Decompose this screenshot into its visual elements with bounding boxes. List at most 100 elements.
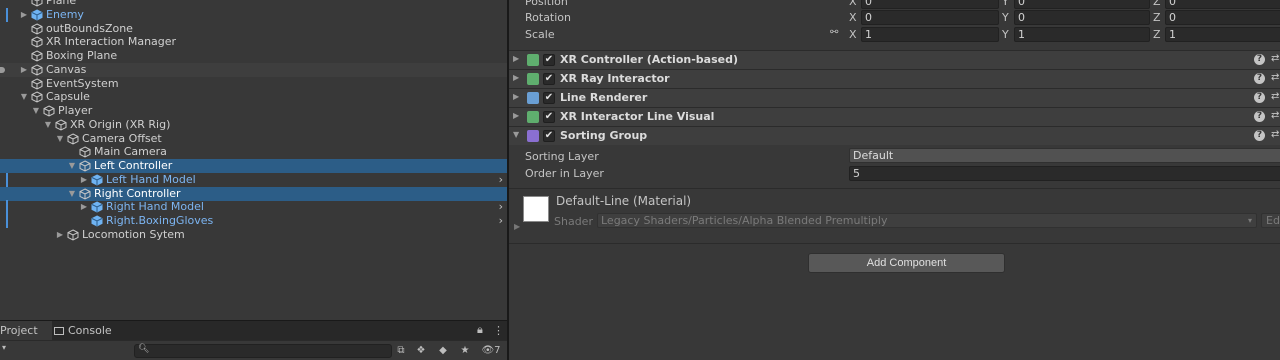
expand-down-icon[interactable]: ▼ [67, 187, 77, 201]
scale-x-axis[interactable]: X [849, 28, 857, 41]
expand-down-icon[interactable]: ▼ [67, 159, 77, 173]
help-icon[interactable]: ? [1254, 130, 1265, 141]
hierarchy-item[interactable]: ▼ Camera Offset [0, 132, 507, 146]
hierarchy-item[interactable]: ▶ Enemy [0, 7, 507, 22]
component-enabled-checkbox[interactable]: ✔ [543, 130, 555, 142]
scale-z-axis[interactable]: Z [1153, 28, 1161, 41]
component-header[interactable]: ▶ ✔ Line Renderer? ⇄ [509, 88, 1280, 107]
constrain-proportions-icon[interactable]: ⚯ [830, 27, 838, 38]
favorites-star-icon[interactable]: ★ [457, 344, 473, 358]
expand-right-icon[interactable]: ▶ [513, 54, 519, 63]
expand-right-icon[interactable]: ▶ [55, 228, 65, 242]
hierarchy-item[interactable]: Right.BoxingGloves › [0, 214, 507, 228]
order-in-layer-field[interactable]: 5 [849, 166, 1280, 181]
expand-right-icon[interactable]: ▶ [19, 8, 29, 22]
rotation-y-field[interactable]: 0 [1014, 10, 1150, 25]
hierarchy-item[interactable]: EventSystem [0, 77, 507, 91]
gameobject-cube-icon [31, 0, 43, 7]
presets-icon[interactable]: ⇄ [1271, 129, 1279, 140]
hierarchy-item[interactable]: ▶ Right Hand Model › [0, 200, 507, 215]
hidden-packages-icon[interactable]: 👁︎7 [479, 344, 503, 358]
hierarchy-item-label: Left Hand Model [106, 172, 196, 186]
help-icon[interactable]: ? [1254, 92, 1265, 103]
position-z-axis[interactable]: Z [1153, 0, 1161, 8]
tab-project[interactable]: Project [0, 321, 52, 341]
hierarchy-item[interactable]: ▶ Left Hand Model › [0, 172, 507, 187]
create-dropdown-icon[interactable]: ▾ [2, 343, 6, 352]
material-foldout-icon[interactable]: ▶ [514, 222, 520, 231]
filter-by-type-icon[interactable]: ❖ [413, 344, 429, 358]
hierarchy-item[interactable]: ▼ Player [0, 104, 507, 118]
presets-icon[interactable]: ⇄ [1271, 53, 1279, 64]
shader-dropdown[interactable]: Legacy Shaders/Particles/Alpha Blended P… [597, 213, 1257, 228]
filter-by-label-icon[interactable]: ◆ [435, 344, 451, 358]
rotation-z-axis[interactable]: Z [1153, 11, 1161, 24]
hierarchy-item[interactable]: ▼ Right Controller [0, 186, 507, 201]
position-y-field[interactable]: 0 [1014, 0, 1150, 9]
shader-edit-button[interactable]: Ed [1261, 213, 1280, 228]
search-by-type-icon[interactable]: ⧉ [393, 344, 409, 358]
expand-right-icon[interactable]: ▶ [513, 92, 519, 101]
expand-right-icon[interactable]: ▶ [19, 63, 29, 77]
expand-right-icon[interactable]: ▶ [513, 111, 519, 120]
hierarchy-item[interactable]: ▶ Locomotion Sytem [0, 228, 507, 242]
chevron-right-icon[interactable]: › [499, 200, 503, 214]
add-component-button[interactable]: Add Component [808, 253, 1005, 273]
chevron-right-icon[interactable]: › [499, 214, 503, 228]
scale-z-field[interactable]: 1 [1165, 27, 1280, 42]
component-header[interactable]: ▼ ✔ Sorting Group? ⇄ [509, 126, 1280, 145]
shader-value: Legacy Shaders/Particles/Alpha Blended P… [601, 214, 888, 227]
scale-y-axis[interactable]: Y [1002, 28, 1009, 41]
position-x-field[interactable]: 0 [861, 0, 999, 9]
position-x-axis[interactable]: X [849, 0, 857, 8]
more-menu-icon[interactable]: ⋮ [493, 324, 504, 337]
component-header[interactable]: ▶ ✔ XR Ray Interactor? ⇄ [509, 69, 1280, 88]
component-header[interactable]: ▶ ✔ XR Interactor Line Visual? ⇄ [509, 107, 1280, 126]
lock-icon[interactable]: 🔒︎ [477, 323, 483, 337]
rotation-y-axis[interactable]: Y [1002, 11, 1009, 24]
expand-right-icon[interactable]: ▶ [513, 73, 519, 82]
hierarchy-item[interactable]: ▼ Capsule [0, 90, 507, 104]
project-search-input[interactable] [134, 344, 392, 358]
scale-y-field[interactable]: 1 [1014, 27, 1150, 42]
hierarchy-item[interactable]: Boxing Plane [0, 49, 507, 63]
help-icon[interactable]: ? [1254, 54, 1265, 65]
rotation-z-field[interactable]: 0 [1165, 10, 1280, 25]
presets-icon[interactable]: ⇄ [1271, 72, 1279, 83]
hierarchy-item[interactable]: Main Camera [0, 145, 507, 159]
gameobject-cube-icon [79, 146, 91, 158]
expand-right-icon[interactable]: ▶ [79, 200, 89, 214]
chevron-right-icon[interactable]: › [499, 173, 503, 187]
hierarchy-item[interactable]: outBoundsZone [0, 22, 507, 36]
presets-icon[interactable]: ⇄ [1271, 110, 1279, 121]
rotation-x-field[interactable]: 0 [861, 10, 999, 25]
hierarchy-item[interactable]: ▶ Canvas [0, 62, 507, 77]
material-preview-swatch[interactable] [523, 196, 549, 222]
expand-down-icon[interactable]: ▼ [31, 104, 41, 118]
hierarchy-item[interactable]: ▼ XR Origin (XR Rig) [0, 118, 507, 132]
presets-icon[interactable]: ⇄ [1271, 91, 1279, 102]
expand-down-icon[interactable]: ▼ [19, 90, 29, 104]
help-icon[interactable]: ? [1254, 73, 1265, 84]
expand-right-icon[interactable]: ▶ [79, 173, 89, 187]
hierarchy-item-label: Capsule [46, 90, 90, 104]
tab-console[interactable]: Console [54, 321, 124, 341]
hierarchy-item[interactable]: XR Interaction Manager [0, 35, 507, 49]
component-enabled-checkbox[interactable]: ✔ [543, 73, 555, 85]
position-z-field[interactable]: 0 [1165, 0, 1280, 9]
component-header[interactable]: ▶ ✔ XR Controller (Action-based)? ⇄ [509, 50, 1280, 69]
position-y-axis[interactable]: Y [1002, 0, 1009, 8]
expand-down-icon[interactable]: ▼ [513, 130, 519, 139]
hierarchy-item[interactable]: ▼ Left Controller [0, 159, 507, 173]
position-label: Position [525, 0, 568, 8]
sorting-layer-dropdown[interactable]: Default [849, 148, 1280, 163]
component-enabled-checkbox[interactable]: ✔ [543, 111, 555, 123]
help-icon[interactable]: ? [1254, 111, 1265, 122]
scene-visibility-icon[interactable] [0, 66, 5, 73]
expand-down-icon[interactable]: ▼ [55, 132, 65, 146]
rotation-x-axis[interactable]: X [849, 11, 857, 24]
expand-down-icon[interactable]: ▼ [43, 118, 53, 132]
component-enabled-checkbox[interactable]: ✔ [543, 92, 555, 104]
scale-x-field[interactable]: 1 [861, 27, 999, 42]
component-enabled-checkbox[interactable]: ✔ [543, 54, 555, 66]
